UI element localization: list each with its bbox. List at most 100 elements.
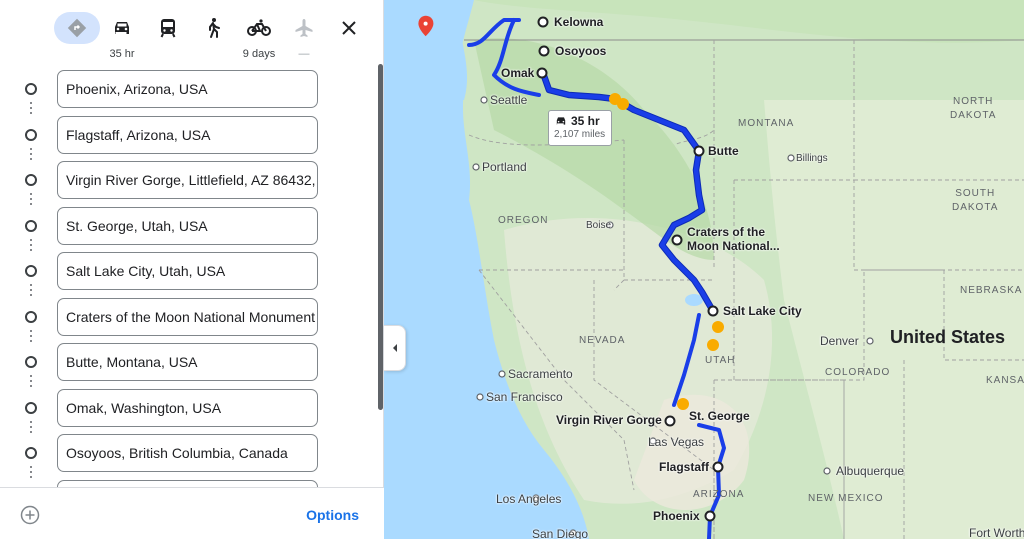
marker-omak <box>536 67 548 79</box>
mode-walk-button[interactable] <box>190 12 236 64</box>
mode-best-sub <box>54 48 100 61</box>
map-label-denver[interactable]: Denver <box>820 334 859 348</box>
close-icon <box>342 21 356 35</box>
stop-input[interactable]: Phoenix, Arizona, USA <box>57 70 318 108</box>
map-canvas[interactable]: Kelowna Osoyoos Omak Butte Craters of th… <box>384 0 1024 539</box>
car-icon <box>556 117 566 125</box>
stop-input[interactable]: Virgin River Gorge, Littlefield, AZ 8643… <box>57 161 318 199</box>
marker-salt-lake <box>707 305 719 317</box>
collapse-panel-button[interactable] <box>384 325 406 371</box>
marker-butte <box>693 145 705 157</box>
diamond-directions-icon <box>54 12 100 44</box>
stop-circle-icon <box>25 220 37 232</box>
add-stop-button[interactable] <box>20 505 40 525</box>
map-label-las-vegas[interactable]: Las Vegas <box>648 435 704 449</box>
map-label-los-angeles[interactable]: Los Angeles <box>496 492 561 506</box>
map-label-nevada: NEVADA <box>579 335 626 346</box>
marker-craters <box>671 234 683 246</box>
map-label-st-george[interactable]: St. George <box>689 409 750 423</box>
mode-transit-button[interactable] <box>145 12 191 64</box>
map-label-country: United States <box>890 327 1006 347</box>
marker-virgin-river <box>664 415 676 427</box>
map-label-san-francisco[interactable]: San Francisco <box>486 390 563 404</box>
route-dots-icon <box>29 463 33 481</box>
stop-row: Omak, Washington, USA <box>0 389 384 427</box>
mode-best-button[interactable] <box>54 12 100 64</box>
stop-input[interactable]: Craters of the Moon National Monument & … <box>57 298 318 336</box>
chevron-left-icon <box>392 344 397 352</box>
mode-drive-time: 35 hr <box>109 48 135 60</box>
map-label-seattle[interactable]: Seattle <box>490 93 527 107</box>
map-label-south-dakota: SOUTH DAKOTA <box>952 188 999 213</box>
map-label-albuquerque[interactable]: Albuquerque <box>836 464 904 478</box>
marker-kelowna <box>537 16 549 28</box>
mode-transit-sub <box>145 48 191 61</box>
map-label-san-diego[interactable]: San Diego <box>532 527 588 539</box>
map-label-phoenix[interactable]: Phoenix <box>653 509 700 523</box>
map-label-omak[interactable]: Omak <box>501 66 534 80</box>
map-label-utah: UTAH <box>705 355 736 366</box>
travel-mode-bar: 35 hr 9 days — <box>0 0 384 64</box>
stop-input[interactable]: Flagstaff, Arizona, USA <box>57 116 318 154</box>
map-label-fort-worth[interactable]: Fort Worth <box>969 526 1024 539</box>
route-dots-icon <box>29 99 33 117</box>
stop-row: Butte, Montana, USA <box>0 343 384 381</box>
stop-circle-icon <box>25 129 37 141</box>
stop-row: Flagstaff, Arizona, USA <box>0 116 384 154</box>
transit-icon <box>145 12 191 44</box>
map-label-salt-lake[interactable]: Salt Lake City <box>723 304 802 318</box>
route-summary-callout[interactable]: 35 hr 2,107 miles <box>548 110 612 146</box>
mode-bike-button[interactable]: 9 days <box>236 12 282 64</box>
map-label-oregon: OREGON <box>498 215 549 226</box>
mode-flight-sub: — <box>298 48 310 60</box>
stop-circle-icon <box>25 83 37 95</box>
map-label-arizona: ARIZONA <box>693 489 745 500</box>
marker-osoyoos <box>538 45 550 57</box>
stop-input[interactable]: Butte, Montana, USA <box>57 343 318 381</box>
stop-input[interactable]: St. George, Utah, USA <box>57 207 318 245</box>
map-label-billings[interactable]: Billings <box>796 152 828 166</box>
route-time: 35 hr <box>571 114 600 128</box>
stop-input[interactable]: Omak, Washington, USA <box>57 389 318 427</box>
mode-drive-button[interactable]: 35 hr <box>99 12 145 64</box>
stop-circle-icon <box>25 402 37 414</box>
map-label-portland[interactable]: Portland <box>482 160 527 174</box>
airplane-icon <box>281 12 327 44</box>
stop-input[interactable]: Salt Lake City, Utah, USA <box>57 252 318 290</box>
stop-circle-icon <box>25 311 37 323</box>
stop-circle-icon <box>25 356 37 368</box>
map-label-flagstaff[interactable]: Flagstaff <box>659 460 709 474</box>
route-distance: 2,107 miles <box>554 129 606 140</box>
map-label-butte[interactable]: Butte <box>708 144 739 158</box>
map-label-virgin-river[interactable]: Virgin River Gorge <box>556 413 662 427</box>
stop-row: Phoenix, Arizona, USA <box>0 70 384 108</box>
map-label-osoyoos[interactable]: Osoyoos <box>555 44 606 58</box>
marker-flagstaff <box>712 461 724 473</box>
stop-circle-icon <box>25 447 37 459</box>
stop-row: St. George, Utah, USA <box>0 207 384 245</box>
route-dots-icon <box>29 372 33 390</box>
map-label-craters[interactable]: Craters of the Moon National... <box>687 225 780 253</box>
map-label-sacramento[interactable]: Sacramento <box>508 367 573 381</box>
map-label-north-dakota: NORTH DAKOTA <box>950 96 997 121</box>
stop-circle-icon <box>25 174 37 186</box>
mode-bike-time: 9 days <box>242 48 276 60</box>
map-label-colorado: COLORADO <box>825 367 891 378</box>
directions-panel: 35 hr 9 days — Phoenix, Arizona, USA Fla… <box>0 0 384 539</box>
panel-scrollbar[interactable] <box>378 64 383 410</box>
close-directions-button[interactable] <box>335 14 363 42</box>
stop-row: Salt Lake City, Utah, USA <box>0 252 384 290</box>
car-icon <box>99 12 145 44</box>
route-dots-icon <box>29 190 33 208</box>
walk-icon <box>190 12 236 44</box>
mode-walk-sub <box>190 48 236 61</box>
stop-input[interactable]: Osoyoos, British Columbia, Canada <box>57 434 318 472</box>
panel-footer: Options <box>0 487 384 539</box>
map-label-kelowna[interactable]: Kelowna <box>554 15 603 29</box>
marker-phoenix <box>704 510 716 522</box>
options-button[interactable]: Options <box>306 507 359 523</box>
map-graphic <box>384 0 1024 539</box>
mode-flight-button[interactable]: — <box>281 12 327 64</box>
map-label-boise[interactable]: Boise <box>586 219 611 233</box>
add-circle-icon <box>20 505 40 525</box>
